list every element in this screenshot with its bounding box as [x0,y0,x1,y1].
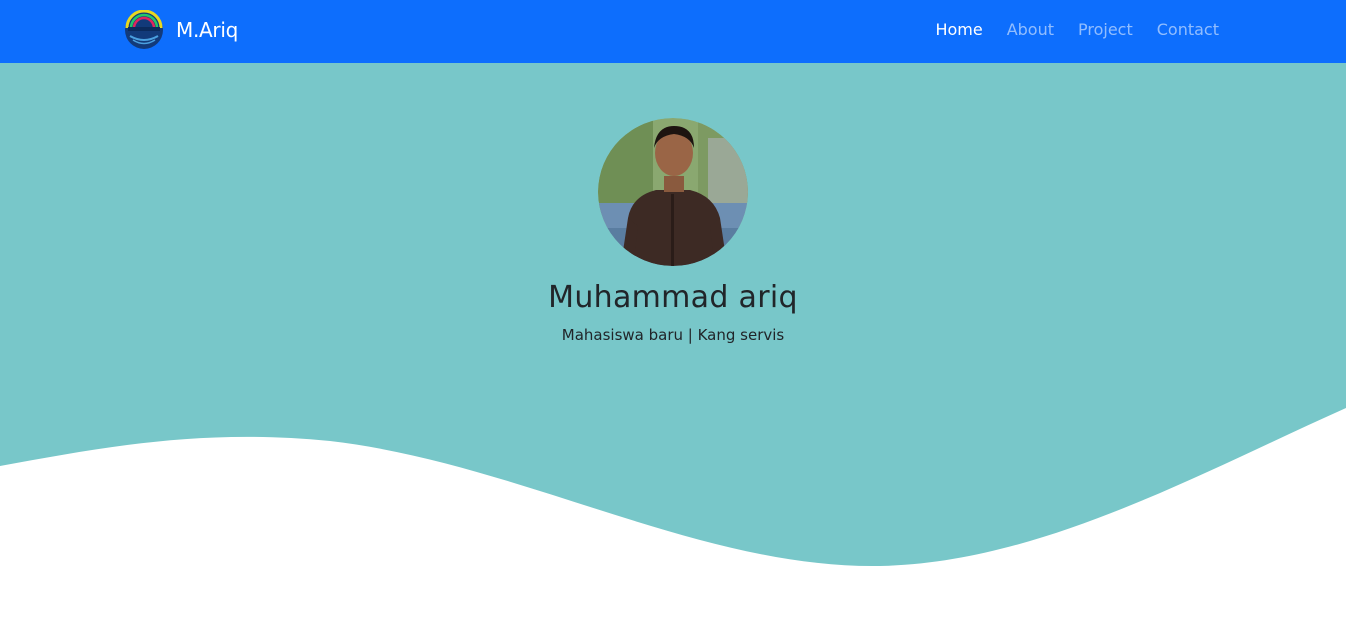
profile-tagline: Mahasiswa baru | Kang servis [561,326,785,344]
hero-section: Muhammad ariq Mahasiswa baru | Kang serv… [0,63,1346,619]
nav-link-about[interactable]: About [995,20,1066,40]
profile-name: Muhammad ariq [548,280,798,315]
brand-logo-icon [125,10,163,49]
brand-name: M.Ariq [176,18,238,42]
nav-link-home[interactable]: Home [923,20,994,40]
nav-menu: Home About Project Contact [923,20,1219,40]
avatar [598,118,748,266]
brand-link[interactable]: M.Ariq [124,10,238,50]
nav-link-contact[interactable]: Contact [1145,20,1219,40]
nav-link-project[interactable]: Project [1066,20,1145,40]
navbar: M.Ariq Home About Project Contact [0,0,1346,63]
